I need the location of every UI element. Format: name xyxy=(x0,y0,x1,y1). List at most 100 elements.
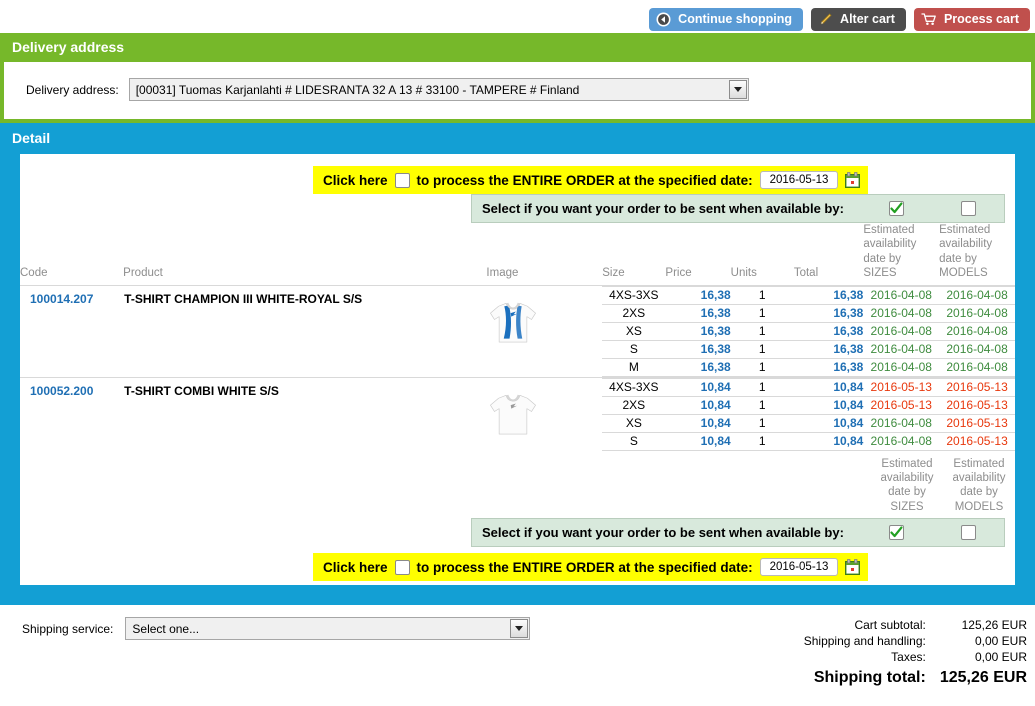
variant-availability-sizes: 2016-05-13 xyxy=(863,396,940,415)
variant-availability-models: 2016-04-08 xyxy=(939,304,1015,323)
column-header-availability-models: Estimated availability date by MODELS xyxy=(939,223,1015,285)
availability-sizes-checkbox-bottom[interactable] xyxy=(888,525,904,540)
calendar-icon-bottom[interactable] xyxy=(845,559,861,575)
totals-row: Cart subtotal: 125,26 EUR xyxy=(804,617,1027,633)
column-header-availability-models-bottom: Estimated availability date by MODELS xyxy=(943,457,1015,515)
availability-strip-label-bottom: Select if you want your order to be sent… xyxy=(482,525,844,540)
avail-models-line-1: Estimated xyxy=(939,224,991,236)
delivery-address-label: Delivery address: xyxy=(26,82,119,97)
variant-units: 1 xyxy=(730,396,794,415)
availability-models-checkbox-top[interactable] xyxy=(960,201,976,216)
variant-price: 16,38 xyxy=(665,340,731,359)
avail-sizes-bottom-line-2: availability xyxy=(880,471,934,484)
variant-price: 16,38 xyxy=(665,322,731,341)
variant-units: 1 xyxy=(730,285,794,305)
column-header-image: Image xyxy=(486,267,519,280)
grand-total-label: Shipping total: xyxy=(813,669,926,686)
avail-models-bottom-line-2: availability xyxy=(952,471,1006,484)
avail-sizes-bottom-line-1: Estimated xyxy=(881,457,933,470)
chevron-down-icon[interactable] xyxy=(510,619,529,638)
avail-sizes-bottom-line-4: SIZES xyxy=(890,500,924,513)
column-header-size: Size xyxy=(602,267,625,280)
cart-footer: Shipping service: Select one... Cart sub… xyxy=(0,605,1035,688)
totals-row-value: 0,00 EUR xyxy=(974,634,1027,648)
delivery-address-select[interactable]: [00031] Tuomas Karjanlahti # LIDESRANTA … xyxy=(128,78,749,101)
column-header-code: Code xyxy=(20,267,48,280)
entire-order-prefix-bottom: Click here xyxy=(323,559,388,575)
variant-total: 10,84 xyxy=(793,432,864,451)
grand-total-value: 125,26 EUR xyxy=(939,669,1027,686)
availability-strip-label-top: Select if you want your order to be sent… xyxy=(482,201,844,216)
entire-order-suffix-top: to process the ENTIRE ORDER at the speci… xyxy=(416,172,753,188)
variant-units: 1 xyxy=(730,340,794,359)
cart-items-header-row: Code Product Image Size Price Units Tota… xyxy=(20,223,1015,285)
shipping-service-label: Shipping service: xyxy=(22,621,114,636)
variant-availability-models: 2016-05-13 xyxy=(939,432,1015,451)
delivery-address-panel-body: Delivery address: [00031] Tuomas Karjanl… xyxy=(4,62,1031,119)
availability-models-checkbox-bottom[interactable] xyxy=(960,525,976,540)
variant-price: 10,84 xyxy=(665,377,731,397)
variant-size: XS xyxy=(602,414,666,433)
avail-models-line-3: date by xyxy=(939,252,977,265)
totals-summary: Cart subtotal: 125,26 EUR Shipping and han… xyxy=(804,617,1027,688)
variant-total: 16,38 xyxy=(793,322,864,341)
delivery-address-panel-title: Delivery address xyxy=(0,33,1035,62)
avail-models-line-2: availability xyxy=(939,238,993,251)
table-row: 100014.207 T-SHIRT CHAMPION III WHITE-ROY… xyxy=(20,284,1015,377)
alter-cart-button[interactable]: Alter cart xyxy=(811,7,906,31)
variant-total: 10,84 xyxy=(793,396,864,415)
variant-availability-models: 2016-05-13 xyxy=(939,414,1015,433)
chevron-down-icon[interactable] xyxy=(728,80,747,99)
product-code-link[interactable]: 100014.207 xyxy=(20,284,124,377)
variant-availability-sizes: 2016-04-08 xyxy=(863,358,940,377)
variant-row: S 10,84 1 10,84 2016-04-08 2016-05-13 xyxy=(602,432,1015,451)
variant-price: 16,38 xyxy=(665,285,731,305)
variant-total: 16,38 xyxy=(793,304,864,323)
delivery-address-panel: Delivery address Delivery address: [0003… xyxy=(0,33,1035,123)
variant-price: 16,38 xyxy=(665,304,731,323)
variant-availability-sizes: 2016-04-08 xyxy=(863,432,940,451)
shipping-service-select[interactable]: Select one... xyxy=(125,617,531,640)
variant-table: 4XS-3XS 10,84 1 10,84 2016-05-13 2016-05-13 2X… xyxy=(602,377,1015,451)
top-toolbar: Continue shopping Alter cart Process car… xyxy=(0,0,1035,33)
variant-availability-sizes: 2016-04-08 xyxy=(863,285,940,305)
variant-table: 4XS-3XS 16,38 1 16,38 2016-04-08 2016-04-08 2X… xyxy=(602,285,1015,377)
product-image[interactable] xyxy=(486,376,603,451)
variant-total: 10,84 xyxy=(793,377,864,397)
product-code-link[interactable]: 100052.200 xyxy=(20,376,124,451)
entire-order-checkbox-top[interactable] xyxy=(394,172,410,188)
calendar-icon-top[interactable] xyxy=(845,172,861,188)
variant-price: 16,38 xyxy=(665,358,731,377)
variant-row: 2XS 10,84 1 10,84 2016-05-13 2016-05-13 xyxy=(602,396,1015,415)
availability-sizes-checkbox-top[interactable] xyxy=(888,201,904,216)
variant-size: M xyxy=(602,358,666,377)
column-header-product: Product xyxy=(123,267,163,280)
entire-order-date-bar-bottom: Click here to process the ENTIRE ORDER a… xyxy=(313,553,869,581)
variant-row: 4XS-3XS 16,38 1 16,38 2016-04-08 2016-04-08 xyxy=(602,285,1015,305)
avail-sizes-line-4: SIZES xyxy=(863,267,897,280)
entire-order-date-input-bottom[interactable]: 2016-05-13 xyxy=(759,558,839,576)
entire-order-date-input-top[interactable]: 2016-05-13 xyxy=(759,171,839,189)
avail-sizes-line-2: availability xyxy=(863,238,917,251)
variant-size: S xyxy=(602,340,666,359)
back-arrow-circle-icon xyxy=(656,12,671,27)
avail-sizes-line-1: Estimated xyxy=(863,224,915,236)
variant-size: 4XS-3XS xyxy=(602,377,666,397)
process-cart-button[interactable]: Process cart xyxy=(913,7,1030,31)
product-image[interactable] xyxy=(486,284,603,377)
availability-models-cell-bottom xyxy=(932,525,1004,540)
variant-price: 10,84 xyxy=(665,414,731,433)
variant-availability-models: 2016-04-08 xyxy=(939,358,1015,377)
availability-sizes-cell-bottom xyxy=(860,525,932,540)
availability-strip-top: Select if you want your order to be sent… xyxy=(471,194,1005,223)
variant-availability-models: 2016-04-08 xyxy=(939,285,1015,305)
pencil-icon xyxy=(818,12,833,27)
table-row: 100052.200 T-SHIRT COMBI WHITE S/S 4XS-3XS… xyxy=(20,376,1015,451)
shipping-service-value: Select one... xyxy=(132,621,200,636)
variant-availability-sizes: 2016-04-08 xyxy=(863,322,940,341)
variant-availability-sizes: 2016-04-08 xyxy=(863,304,940,323)
column-header-total: Total xyxy=(793,267,819,280)
variant-row: XS 10,84 1 10,84 2016-04-08 2016-05-13 xyxy=(602,414,1015,433)
continue-shopping-button[interactable]: Continue shopping xyxy=(649,7,804,31)
entire-order-checkbox-bottom[interactable] xyxy=(394,559,410,575)
